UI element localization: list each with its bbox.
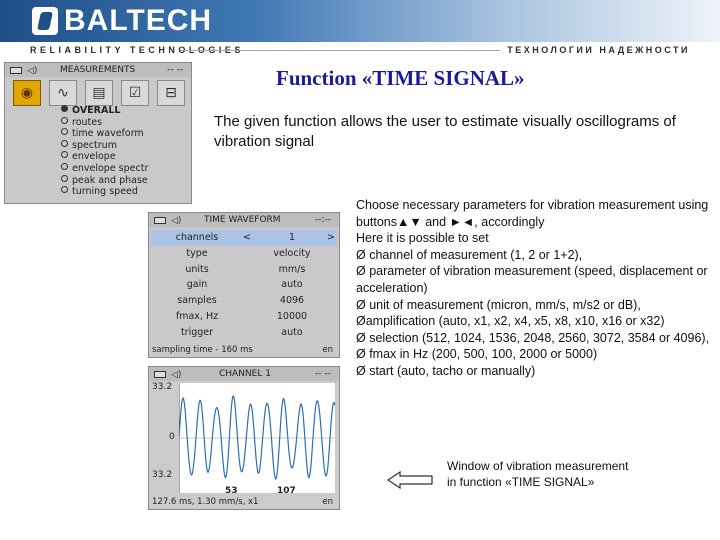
tagline-divider bbox=[180, 50, 500, 51]
channel-dash: -- -- bbox=[315, 369, 331, 379]
radio-icon bbox=[61, 128, 68, 136]
y-axis-bottom-label: 33.2 bbox=[152, 470, 173, 480]
language-indicator: en bbox=[322, 345, 333, 355]
battery-icon bbox=[10, 67, 22, 74]
radio-icon bbox=[61, 162, 68, 170]
measurements-panel: ◁) MEASUREMENTS -- -- ◉ ∿ ▤ ☑ ⊟ OVERALL … bbox=[4, 62, 192, 204]
window-note-line: in function «TIME SIGNAL» bbox=[447, 475, 595, 489]
parameter-description: Choose necessary parameters for vibratio… bbox=[356, 197, 712, 380]
measurement-item-peak-and-phase[interactable]: peak and phase bbox=[61, 174, 148, 187]
baltech-logo-icon bbox=[32, 7, 58, 35]
radio-icon bbox=[61, 186, 68, 194]
measurement-item-spectrum[interactable]: spectrum bbox=[61, 139, 148, 152]
description-line: Ø fmax in Hz (200, 500, 100, 2000 or 500… bbox=[356, 347, 598, 362]
window-note: Window of vibration measurement in funct… bbox=[447, 458, 628, 490]
speaker-icon: ◁) bbox=[27, 66, 38, 76]
waveform-line bbox=[179, 395, 335, 480]
measurements-list: OVERALL routes time waveform spectrum en… bbox=[61, 105, 148, 198]
radio-icon bbox=[61, 174, 68, 182]
measurement-item-envelope-spectr[interactable]: envelope spectr bbox=[61, 162, 148, 175]
slide-intro: The given function allows the user to es… bbox=[214, 113, 676, 150]
y-axis-zero-label: 0 bbox=[169, 432, 175, 442]
battery-icon bbox=[154, 371, 166, 378]
slide-title: Function «TIME SIGNAL» bbox=[276, 66, 525, 90]
logo-bar: BALTECH bbox=[0, 0, 720, 42]
x-tick-label: 107 bbox=[277, 486, 296, 496]
channel-title-bar: ◁) CHANNEL 1 -- -- bbox=[149, 367, 339, 381]
window-note-line: Window of vibration measurement bbox=[447, 459, 629, 473]
measurements-dash: -- -- bbox=[167, 65, 183, 75]
setting-row-channels[interactable]: channels < 1 > bbox=[151, 230, 337, 246]
description-line: Ø channel of measurement (1, 2 or 1+2), bbox=[356, 247, 583, 262]
radio-icon bbox=[61, 151, 68, 159]
speaker-icon: ◁) bbox=[171, 370, 182, 380]
measurement-item-routes[interactable]: routes bbox=[61, 116, 148, 129]
radio-icon bbox=[61, 105, 68, 112]
settings-icon[interactable]: ⊟ bbox=[157, 80, 185, 106]
time-waveform-panel: ◁) TIME WAVEFORM --:-- channels < 1 > ty… bbox=[148, 212, 340, 358]
channel-title: CHANNEL 1 bbox=[219, 369, 271, 379]
measurement-item-time-waveform[interactable]: time waveform bbox=[61, 128, 148, 140]
waveform-settings-table: channels < 1 > type velocity units mm/s … bbox=[151, 230, 337, 341]
measurements-title: MEASUREMENTS bbox=[60, 65, 136, 75]
header: BALTECH RELIABILITY TECHNOLOGIES ТЕХНОЛО… bbox=[0, 0, 720, 60]
radio-icon bbox=[61, 116, 68, 124]
arrow-left-icon bbox=[386, 470, 433, 490]
setting-row-gain[interactable]: gain auto bbox=[151, 277, 337, 293]
language-indicator: en bbox=[322, 497, 333, 507]
time-waveform-dash: --:-- bbox=[314, 215, 331, 225]
setting-row-trigger[interactable]: trigger auto bbox=[151, 325, 337, 341]
description-line: Here it is possible to set bbox=[356, 231, 489, 246]
measurements-title-bar: ◁) MEASUREMENTS -- -- bbox=[5, 63, 191, 77]
checklist-icon[interactable]: ☑ bbox=[121, 80, 149, 106]
time-waveform-title-bar: ◁) TIME WAVEFORM --:-- bbox=[149, 213, 339, 227]
description-line: Choose necessary parameters for vibratio… bbox=[356, 198, 709, 229]
description-line: Ø unit of measurement (micron, mm/s, m/s… bbox=[356, 297, 641, 312]
setting-row-units[interactable]: units mm/s bbox=[151, 262, 337, 278]
measurement-item-envelope[interactable]: envelope bbox=[61, 151, 148, 163]
radio-icon bbox=[61, 139, 68, 147]
description-line: Ø selection (512, 1024, 1536, 2048, 2560… bbox=[356, 330, 710, 345]
description-line: Øamplification (auto, x1, x2, x4, x5, x8… bbox=[356, 314, 665, 329]
measurement-item-overall[interactable]: OVERALL bbox=[61, 105, 148, 117]
setting-row-samples[interactable]: samples 4096 bbox=[151, 293, 337, 309]
logo-text: BALTECH bbox=[64, 4, 213, 37]
setting-row-fmax[interactable]: fmax, Hz 10000 bbox=[151, 309, 337, 325]
speaker-icon: ◁) bbox=[171, 216, 182, 226]
x-tick-label: 53 bbox=[225, 486, 238, 496]
time-waveform-title: TIME WAVEFORM bbox=[204, 215, 281, 225]
battery-icon bbox=[154, 217, 166, 224]
tool-icon-row: ◉ ∿ ▤ ☑ ⊟ bbox=[11, 80, 187, 106]
waveform-plot[interactable] bbox=[179, 383, 335, 493]
description-line: Ø start (auto, tacho or manually) bbox=[356, 363, 536, 378]
graph-icon[interactable]: ∿ bbox=[49, 80, 77, 106]
channel-status: 127.6 ms, 1.30 mm/s, x1 bbox=[152, 497, 259, 507]
sampling-time-status: sampling time - 160 ms bbox=[152, 345, 253, 355]
measurement-item-turning-speed[interactable]: turning speed bbox=[61, 186, 148, 198]
description-line: Ø parameter of vibration measurement (sp… bbox=[356, 264, 708, 295]
y-axis-top-label: 33.2 bbox=[152, 382, 173, 392]
tagline-right: ТЕХНОЛОГИИ НАДЕЖНОСТИ bbox=[507, 45, 690, 55]
document-icon[interactable]: ▤ bbox=[85, 80, 113, 106]
channel-panel: ◁) CHANNEL 1 -- -- 33.2 0 33.2 53 107 12… bbox=[148, 366, 340, 510]
eye-icon[interactable]: ◉ bbox=[13, 80, 41, 106]
setting-row-type[interactable]: type velocity bbox=[151, 246, 337, 262]
arrow-right-icon[interactable]: > bbox=[327, 230, 335, 246]
